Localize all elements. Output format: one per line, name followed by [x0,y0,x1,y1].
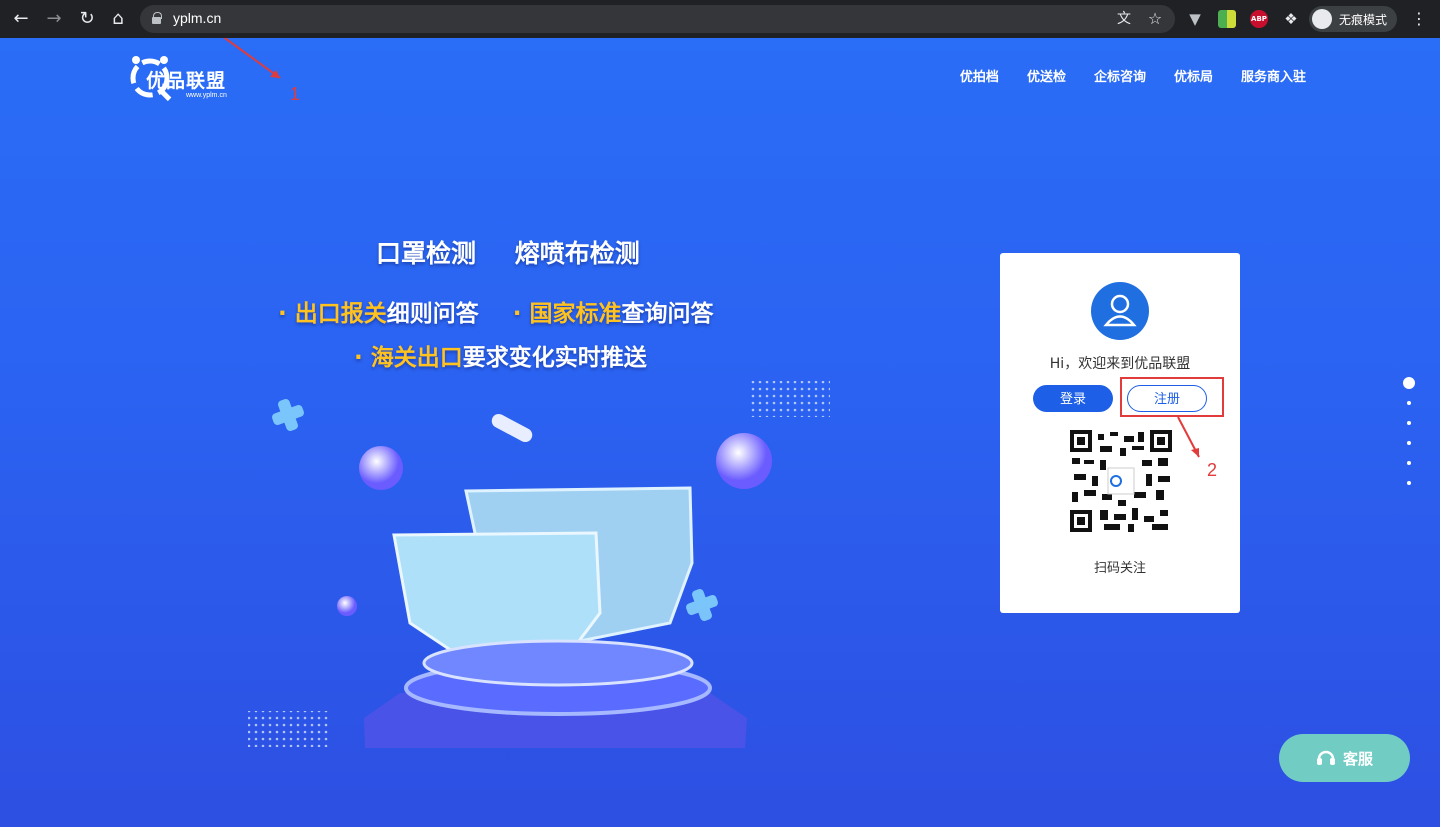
user-avatar [1091,282,1149,340]
annotation-arrow-1 [223,38,281,79]
hero-line-2: · 出口报关细则问答 · 国家标准查询问答 [278,294,714,328]
welcome-text: Hi，欢迎来到优品联盟 [1049,356,1191,372]
star-icon[interactable]: ☆ [1143,7,1167,31]
home-icon[interactable]: ⌂ [106,7,130,31]
capsule-icon [491,413,533,443]
user-icon [1103,294,1137,327]
annotation-box-register [1120,377,1224,417]
pager-dot[interactable] [1407,461,1411,465]
hero-highlight-2: · 国家标准 [512,301,622,327]
hero-title: 口罩检测 熔喷布检测 [376,239,640,268]
dot-pattern-icon [248,711,328,747]
nav-item-youpaidang[interactable]: 优拍档 [960,66,999,85]
nav-item-qibiao-zixun[interactable]: 企标咨询 [1094,66,1146,85]
incognito-label: 无痕模式 [1339,13,1388,27]
annotation-label-1: 1 [290,84,301,104]
arrow-left-icon[interactable]: ← [9,7,33,31]
scan-follow-text: 扫码关注 [1093,561,1146,576]
url-text: yplm.cn [173,10,222,26]
login-button[interactable]: 登录 [1033,385,1113,412]
hero-text-2: 查询问答 [621,301,714,327]
pager-dot[interactable] [1407,421,1411,425]
pager-dot[interactable] [1407,481,1411,485]
nav-item-fuwushang-ruzhu[interactable]: 服务商入驻 [1241,66,1306,85]
sphere-icon [359,446,403,490]
plus-icon [272,399,304,431]
plus-icon [686,589,718,621]
sphere-icon [716,433,772,489]
main-nav: 优拍档 优送检 企标咨询 优标局 服务商入驻 [960,66,1306,85]
incognito-badge[interactable]: 无痕模式 [1309,6,1397,32]
pager-dot[interactable] [1407,401,1411,405]
annotation-label-2: 2 [1207,460,1218,480]
hero-text-1: 细则问答 [386,301,479,327]
mask-illustration [248,381,830,748]
browser-toolbar: ← → ↻ ⌂ yplm.cn 文 ☆ ▼ ABP ❖ 无痕模式 ⋮ [0,0,1440,38]
hero-highlight-3: · 海关出口 [354,345,463,371]
annotation-arrow-2 [1177,416,1200,458]
abp-extension-icon[interactable]: ABP [1250,10,1268,28]
nav-item-youbiaoju[interactable]: 优标局 [1174,66,1213,85]
vue-extension-icon[interactable]: ▼ [1186,10,1204,28]
pager-dot[interactable] [1403,377,1415,389]
qr-code [1070,430,1172,532]
logo-url: www.yplm.cn [186,92,227,99]
incognito-icon [1312,9,1332,29]
lock-icon [152,12,162,24]
customer-service-button[interactable]: 客服 [1279,734,1410,782]
page-canvas: 优品联盟 www.yplm.cn 优拍档 优送检 企标咨询 优标局 服务商入驻 … [0,38,1440,827]
sphere-icon [337,596,357,616]
dot-pattern-icon [750,381,830,417]
slide-pager [1402,377,1416,501]
arrow-right-icon[interactable]: → [42,7,66,31]
customer-service-label: 客服 [1343,750,1374,768]
grid-extension-icon[interactable] [1218,10,1236,28]
translate-icon[interactable]: 文 [1112,7,1136,31]
hero-highlight-1: · 出口报关 [278,301,387,327]
nav-item-yousongjian[interactable]: 优送检 [1027,66,1066,85]
hero-text-3: 要求变化实时推送 [462,345,647,371]
hero-line-3: · 海关出口要求变化实时推送 [354,338,647,372]
reload-icon[interactable]: ↻ [75,7,99,31]
pager-dot[interactable] [1407,441,1411,445]
headset-icon [1317,750,1335,765]
address-bar[interactable]: yplm.cn 文 ☆ [140,5,1175,33]
kebab-menu-icon[interactable]: ⋮ [1407,7,1431,31]
logo-text: 优品联盟 [146,70,227,92]
puzzle-icon[interactable]: ❖ [1282,10,1300,28]
